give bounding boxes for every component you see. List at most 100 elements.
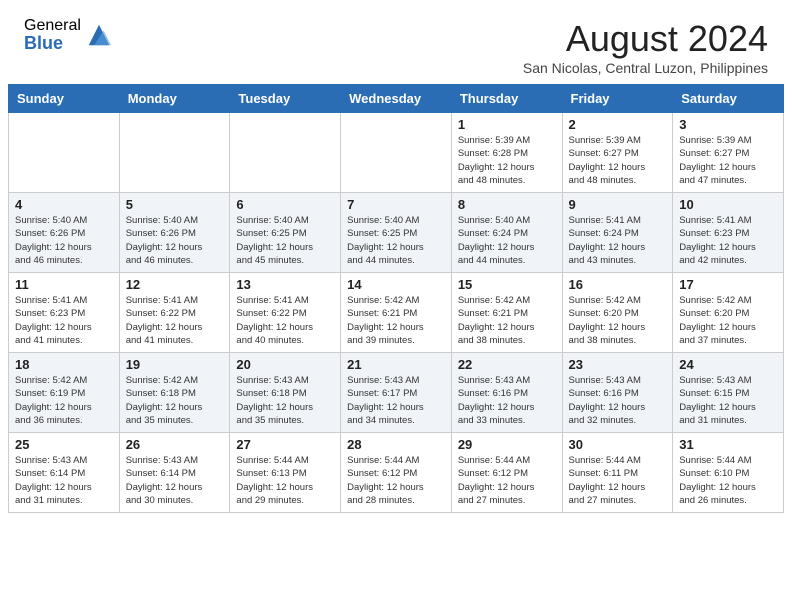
day-info: Sunrise: 5:43 AM Sunset: 6:16 PM Dayligh… bbox=[458, 374, 556, 427]
calendar-wrapper: Sunday Monday Tuesday Wednesday Thursday… bbox=[0, 84, 792, 521]
day-number: 18 bbox=[15, 357, 113, 372]
calendar-cell: 7 Sunrise: 5:40 AM Sunset: 6:25 PM Daylig… bbox=[341, 193, 452, 273]
day-info: Sunrise: 5:39 AM Sunset: 6:28 PM Dayligh… bbox=[458, 134, 556, 187]
day-info: Sunrise: 5:43 AM Sunset: 6:18 PM Dayligh… bbox=[236, 374, 334, 427]
day-number: 15 bbox=[458, 277, 556, 292]
day-info: Sunrise: 5:42 AM Sunset: 6:19 PM Dayligh… bbox=[15, 374, 113, 427]
calendar-row-4: 18 Sunrise: 5:42 AM Sunset: 6:19 PM Dayli… bbox=[9, 353, 784, 433]
day-number: 5 bbox=[126, 197, 224, 212]
calendar-cell: 5 Sunrise: 5:40 AM Sunset: 6:26 PM Daylig… bbox=[119, 193, 230, 273]
day-info: Sunrise: 5:41 AM Sunset: 6:22 PM Dayligh… bbox=[126, 294, 224, 347]
calendar-header: Sunday Monday Tuesday Wednesday Thursday… bbox=[9, 85, 784, 113]
day-number: 19 bbox=[126, 357, 224, 372]
day-info: Sunrise: 5:43 AM Sunset: 6:15 PM Dayligh… bbox=[679, 374, 777, 427]
day-number: 17 bbox=[679, 277, 777, 292]
day-info: Sunrise: 5:44 AM Sunset: 6:10 PM Dayligh… bbox=[679, 454, 777, 507]
day-info: Sunrise: 5:40 AM Sunset: 6:25 PM Dayligh… bbox=[236, 214, 334, 267]
logo-text: General Blue bbox=[24, 18, 81, 52]
calendar-cell: 4 Sunrise: 5:40 AM Sunset: 6:26 PM Daylig… bbox=[9, 193, 120, 273]
day-info: Sunrise: 5:44 AM Sunset: 6:11 PM Dayligh… bbox=[569, 454, 667, 507]
day-number: 4 bbox=[15, 197, 113, 212]
calendar-table: Sunday Monday Tuesday Wednesday Thursday… bbox=[8, 84, 784, 513]
calendar-cell: 2Sunrise: 5:39 AM Sunset: 6:27 PM Daylig… bbox=[562, 113, 673, 193]
day-number: 30 bbox=[569, 437, 667, 452]
day-number: 9 bbox=[569, 197, 667, 212]
day-number: 11 bbox=[15, 277, 113, 292]
calendar-cell: 8 Sunrise: 5:40 AM Sunset: 6:24 PM Daylig… bbox=[451, 193, 562, 273]
calendar-cell: 29 Sunrise: 5:44 AM Sunset: 6:12 PM Dayli… bbox=[451, 433, 562, 513]
day-number: 14 bbox=[347, 277, 445, 292]
day-number: 10 bbox=[679, 197, 777, 212]
calendar-cell: 22 Sunrise: 5:43 AM Sunset: 6:16 PM Dayli… bbox=[451, 353, 562, 433]
day-info: Sunrise: 5:40 AM Sunset: 6:26 PM Dayligh… bbox=[15, 214, 113, 267]
day-info: Sunrise: 5:40 AM Sunset: 6:25 PM Dayligh… bbox=[347, 214, 445, 267]
page-container: General Blue August 2024 San Nicolas, Ce… bbox=[0, 0, 792, 521]
calendar-cell: 28Sunrise: 5:44 AM Sunset: 6:12 PM Dayli… bbox=[341, 433, 452, 513]
calendar-row-2: 4 Sunrise: 5:40 AM Sunset: 6:26 PM Daylig… bbox=[9, 193, 784, 273]
day-info: Sunrise: 5:42 AM Sunset: 6:20 PM Dayligh… bbox=[569, 294, 667, 347]
calendar-cell: 14Sunrise: 5:42 AM Sunset: 6:21 PM Dayli… bbox=[341, 273, 452, 353]
day-number: 31 bbox=[679, 437, 777, 452]
header-tuesday: Tuesday bbox=[230, 85, 341, 113]
calendar-body: 1 Sunrise: 5:39 AM Sunset: 6:28 PM Daylig… bbox=[9, 113, 784, 513]
calendar-cell: 9 Sunrise: 5:41 AM Sunset: 6:24 PM Daylig… bbox=[562, 193, 673, 273]
calendar-cell bbox=[9, 113, 120, 193]
day-info: Sunrise: 5:41 AM Sunset: 6:22 PM Dayligh… bbox=[236, 294, 334, 347]
calendar-cell: 25Sunrise: 5:43 AM Sunset: 6:14 PM Dayli… bbox=[9, 433, 120, 513]
day-info: Sunrise: 5:40 AM Sunset: 6:24 PM Dayligh… bbox=[458, 214, 556, 267]
day-number: 21 bbox=[347, 357, 445, 372]
day-info: Sunrise: 5:39 AM Sunset: 6:27 PM Dayligh… bbox=[679, 134, 777, 187]
location: San Nicolas, Central Luzon, Philippines bbox=[523, 60, 768, 76]
day-number: 23 bbox=[569, 357, 667, 372]
calendar-cell: 18 Sunrise: 5:42 AM Sunset: 6:19 PM Dayli… bbox=[9, 353, 120, 433]
calendar-cell bbox=[341, 113, 452, 193]
day-info: Sunrise: 5:43 AM Sunset: 6:16 PM Dayligh… bbox=[569, 374, 667, 427]
logo-icon bbox=[85, 21, 113, 49]
calendar-cell: 10 Sunrise: 5:41 AM Sunset: 6:23 PM Dayli… bbox=[673, 193, 784, 273]
day-info: Sunrise: 5:42 AM Sunset: 6:18 PM Dayligh… bbox=[126, 374, 224, 427]
day-number: 27 bbox=[236, 437, 334, 452]
header-saturday: Saturday bbox=[673, 85, 784, 113]
calendar-cell: 20Sunrise: 5:43 AM Sunset: 6:18 PM Dayli… bbox=[230, 353, 341, 433]
header: General Blue August 2024 San Nicolas, Ce… bbox=[0, 0, 792, 84]
calendar-cell: 12 Sunrise: 5:41 AM Sunset: 6:22 PM Dayli… bbox=[119, 273, 230, 353]
day-info: Sunrise: 5:43 AM Sunset: 6:17 PM Dayligh… bbox=[347, 374, 445, 427]
calendar-cell bbox=[230, 113, 341, 193]
day-info: Sunrise: 5:44 AM Sunset: 6:12 PM Dayligh… bbox=[347, 454, 445, 507]
day-number: 22 bbox=[458, 357, 556, 372]
calendar-cell: 23 Sunrise: 5:43 AM Sunset: 6:16 PM Dayli… bbox=[562, 353, 673, 433]
calendar-cell: 17Sunrise: 5:42 AM Sunset: 6:20 PM Dayli… bbox=[673, 273, 784, 353]
day-number: 8 bbox=[458, 197, 556, 212]
calendar-cell: 3 Sunrise: 5:39 AM Sunset: 6:27 PM Daylig… bbox=[673, 113, 784, 193]
calendar-cell: 30 Sunrise: 5:44 AM Sunset: 6:11 PM Dayli… bbox=[562, 433, 673, 513]
day-info: Sunrise: 5:44 AM Sunset: 6:13 PM Dayligh… bbox=[236, 454, 334, 507]
day-info: Sunrise: 5:41 AM Sunset: 6:24 PM Dayligh… bbox=[569, 214, 667, 267]
header-thursday: Thursday bbox=[451, 85, 562, 113]
day-number: 7 bbox=[347, 197, 445, 212]
day-info: Sunrise: 5:42 AM Sunset: 6:21 PM Dayligh… bbox=[458, 294, 556, 347]
header-sunday: Sunday bbox=[9, 85, 120, 113]
day-number: 6 bbox=[236, 197, 334, 212]
logo-general: General bbox=[24, 18, 81, 34]
day-info: Sunrise: 5:43 AM Sunset: 6:14 PM Dayligh… bbox=[15, 454, 113, 507]
header-friday: Friday bbox=[562, 85, 673, 113]
title-section: August 2024 San Nicolas, Central Luzon, … bbox=[523, 18, 768, 76]
calendar-cell: 6 Sunrise: 5:40 AM Sunset: 6:25 PM Daylig… bbox=[230, 193, 341, 273]
calendar-cell: 19 Sunrise: 5:42 AM Sunset: 6:18 PM Dayli… bbox=[119, 353, 230, 433]
day-number: 1 bbox=[458, 117, 556, 132]
day-number: 12 bbox=[126, 277, 224, 292]
day-number: 13 bbox=[236, 277, 334, 292]
calendar-cell: 16Sunrise: 5:42 AM Sunset: 6:20 PM Dayli… bbox=[562, 273, 673, 353]
day-number: 3 bbox=[679, 117, 777, 132]
day-info: Sunrise: 5:41 AM Sunset: 6:23 PM Dayligh… bbox=[679, 214, 777, 267]
calendar-cell: 15 Sunrise: 5:42 AM Sunset: 6:21 PM Dayli… bbox=[451, 273, 562, 353]
day-info: Sunrise: 5:44 AM Sunset: 6:12 PM Dayligh… bbox=[458, 454, 556, 507]
calendar-row-3: 11Sunrise: 5:41 AM Sunset: 6:23 PM Dayli… bbox=[9, 273, 784, 353]
calendar-cell: 24 Sunrise: 5:43 AM Sunset: 6:15 PM Dayli… bbox=[673, 353, 784, 433]
day-info: Sunrise: 5:40 AM Sunset: 6:26 PM Dayligh… bbox=[126, 214, 224, 267]
day-number: 26 bbox=[126, 437, 224, 452]
day-number: 24 bbox=[679, 357, 777, 372]
day-number: 29 bbox=[458, 437, 556, 452]
header-wednesday: Wednesday bbox=[341, 85, 452, 113]
calendar-cell bbox=[119, 113, 230, 193]
